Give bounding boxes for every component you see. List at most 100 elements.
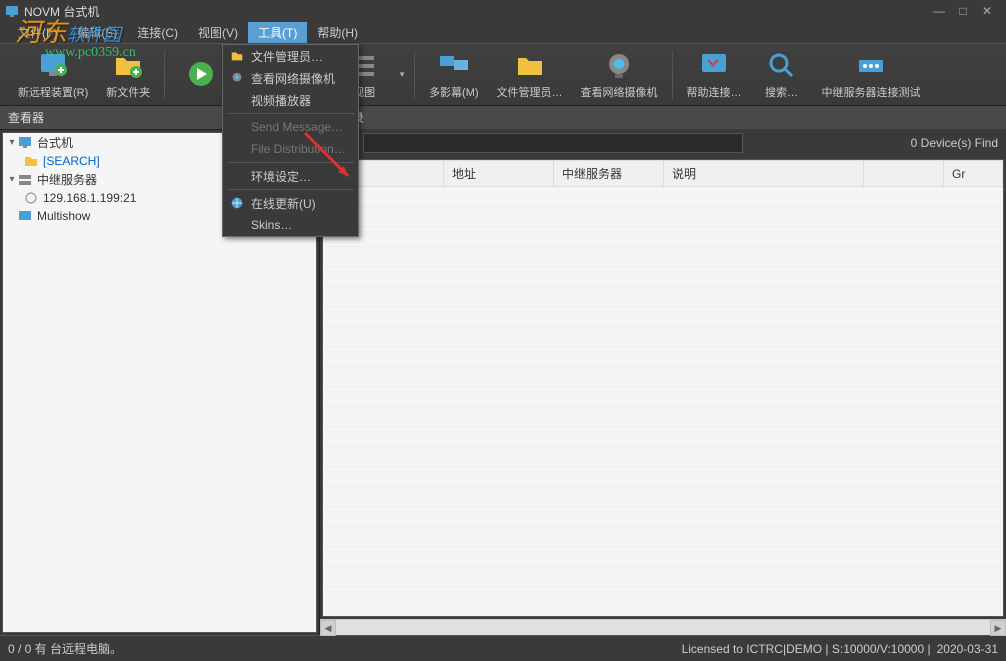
camera-icon [229,70,245,86]
dm-label: Skins… [251,218,292,232]
table-row[interactable] [324,427,1003,447]
table-row[interactable] [324,387,1003,407]
blank-icon [229,168,245,184]
table-row[interactable] [324,327,1003,347]
table-row[interactable] [324,227,1003,247]
right-panel-header: 置目录 [320,106,1006,129]
table-row[interactable] [324,447,1003,467]
dm-label: Send Message… [251,120,343,134]
table-row[interactable] [324,307,1003,327]
server-icon [17,172,33,188]
menu-view[interactable]: 视图(V) [188,22,248,43]
device-table: 地址 中继服务器 说明 Gr [323,160,1003,587]
tb-label: 新文件夹 [106,84,150,100]
help-connect-button[interactable]: 帮助连接… [679,48,750,102]
search-input[interactable] [363,133,743,153]
menu-separator [227,189,354,190]
tree-label: 129.168.1.199:21 [43,191,136,205]
folder-icon [514,50,546,82]
node-icon [23,190,39,206]
tree-label: 台式机 [37,134,73,151]
dm-skins[interactable]: Skins… [223,214,358,236]
close-button[interactable]: ✕ [980,4,994,18]
col-header[interactable] [864,161,944,187]
dm-file-distribution: File Distribution… [223,138,358,160]
menu-file[interactable]: 文件(F) [8,22,67,43]
network-icon [855,50,887,82]
table-row[interactable] [324,527,1003,547]
col-header-address[interactable]: 地址 [444,161,554,187]
menu-help[interactable]: 帮助(H) [307,22,368,43]
play-icon [185,58,217,90]
tree-label: 中继服务器 [37,171,97,188]
table-row[interactable] [324,367,1003,387]
tb-label: 查看网络摄像机 [581,84,658,100]
scroll-left-arrow-icon[interactable]: ◀ [320,620,336,636]
file-manager-button[interactable]: 文件管理员… [489,48,571,102]
dm-file-manager[interactable]: 文件管理员… [223,45,358,67]
license-info: Licensed to ICTRC|DEMO | S:10000/V:10000… [682,642,931,656]
monitor-plus-icon [37,50,69,82]
horizontal-scrollbar[interactable]: ◀ ▶ [320,619,1006,635]
toolbar: 新远程装置(R) 新文件夹 ▼ ▼ 视图 ▼ 多影幕(M) 文件管理员… 查看网… [0,44,1006,106]
tools-icon [698,50,730,82]
monitors-icon [438,50,470,82]
table-row[interactable] [324,467,1003,487]
table-row[interactable] [324,487,1003,507]
relay-test-button[interactable]: 中继服务器连接测试 [814,48,929,102]
multiscreen-button[interactable]: 多影幕(M) [421,48,487,102]
folder-icon [23,153,39,169]
table-row[interactable] [324,267,1003,287]
dropdown-arrow-icon[interactable]: ▼ [396,70,408,79]
table-row[interactable] [324,207,1003,227]
dm-online-update[interactable]: 在线更新(U) [223,192,358,214]
dm-label: 视频播放器 [251,92,311,109]
minimize-button[interactable]: — [932,4,946,18]
table-row[interactable] [324,407,1003,427]
table-row[interactable] [324,567,1003,587]
tb-label: 帮助连接… [687,84,742,100]
tb-label: 多影幕(M) [429,84,479,100]
new-remote-device-button[interactable]: 新远程装置(R) [10,48,96,102]
tb-label: 搜索… [765,84,798,100]
globe-icon [229,195,245,211]
menu-connect[interactable]: 连接(C) [127,22,188,43]
table-row[interactable] [324,187,1003,207]
search-button[interactable]: 搜索… [752,48,812,102]
tb-label: 新远程装置(R) [18,84,88,100]
menu-separator [227,113,354,114]
dm-video-player[interactable]: 视频播放器 [223,89,358,111]
tb-label: 文件管理员… [497,84,563,100]
webcam-button[interactable]: 查看网络摄像机 [573,48,666,102]
new-folder-button[interactable]: 新文件夹 [98,48,158,102]
dm-preferences[interactable]: 环境设定… [223,165,358,187]
folder-icon [229,48,245,64]
search-bar: arch: 0 Device(s) Find [320,129,1006,157]
dm-label: File Distribution… [251,142,346,156]
table-row[interactable] [324,347,1003,367]
camera-icon [603,50,635,82]
status-bar: 0 / 0 有 台远程电脑。 Licensed to ICTRC|DEMO | … [0,635,1006,661]
title-bar: NOVM 台式机 — □ ✕ [0,0,1006,22]
table-row[interactable] [324,507,1003,527]
menu-edit[interactable]: 编辑(E) [67,22,127,43]
maximize-button[interactable]: □ [956,4,970,18]
col-header-description[interactable]: 说明 [664,161,864,187]
dm-webcam[interactable]: 查看网络摄像机 [223,67,358,89]
table-row[interactable] [324,287,1003,307]
table-row[interactable] [324,547,1003,567]
col-header-group[interactable]: Gr [944,161,1003,187]
col-header-relay[interactable]: 中继服务器 [554,161,664,187]
toolbar-separator [672,51,673,99]
blank-icon [229,141,245,157]
status-date: 2020-03-31 [937,642,998,656]
desktop-icon [17,135,33,151]
blank-icon [229,119,245,135]
device-count-label: 0 Device(s) Find [911,136,998,150]
menu-tools[interactable]: 工具(T) [248,22,307,43]
tree-label: [SEARCH] [43,154,100,168]
dm-label: 文件管理员… [251,48,323,65]
menu-bar: 文件(F) 编辑(E) 连接(C) 视图(V) 工具(T) 帮助(H) [0,22,1006,44]
scroll-right-arrow-icon[interactable]: ▶ [990,620,1006,636]
table-row[interactable] [324,247,1003,267]
